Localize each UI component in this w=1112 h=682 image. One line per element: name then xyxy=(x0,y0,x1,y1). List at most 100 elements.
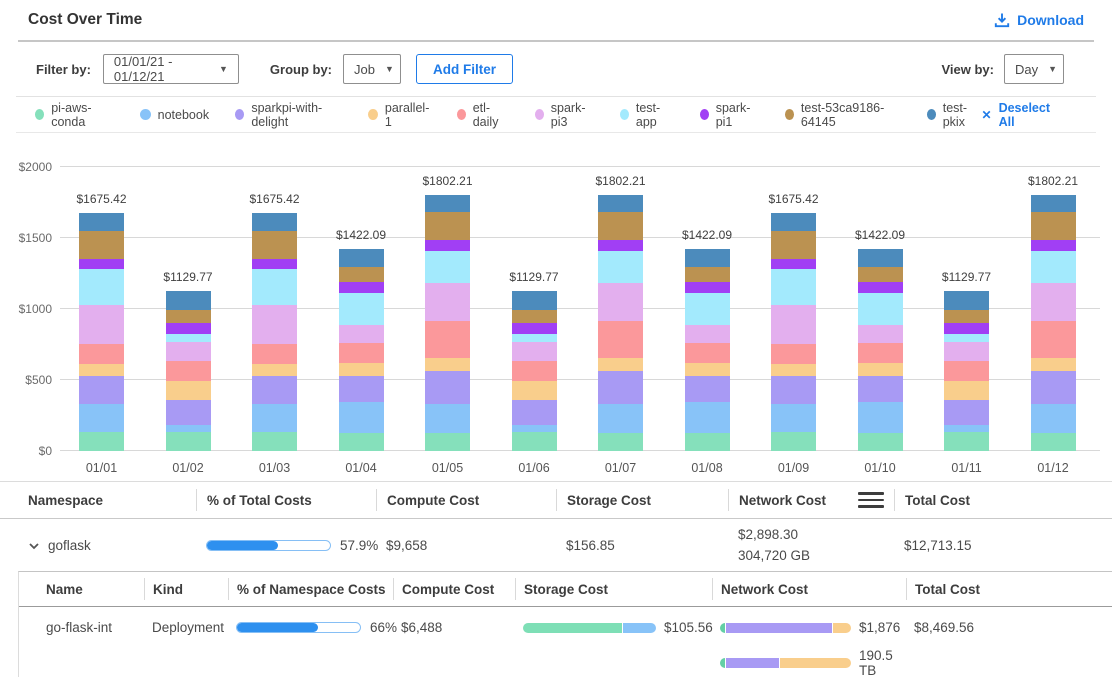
bar-segment-pi-aws-conda[interactable] xyxy=(598,433,643,451)
bar-segment-pi-aws-conda[interactable] xyxy=(79,432,124,451)
bar-segment-parallel-1[interactable] xyxy=(512,381,557,400)
bar-segment-test-app[interactable] xyxy=(252,269,297,305)
bar-segment-test-pkix[interactable] xyxy=(685,249,730,267)
bar-segment-parallel-1[interactable] xyxy=(771,364,816,376)
bar-segment-spark-pi1[interactable] xyxy=(685,282,730,293)
bar-segment-parallel-1[interactable] xyxy=(858,363,903,376)
legend-item-parallel-1[interactable]: parallel-1 xyxy=(368,101,430,129)
bar-segment-spark-pi1[interactable] xyxy=(771,259,816,269)
bar-segment-spark-pi3[interactable] xyxy=(858,325,903,343)
bar-segment-pi-aws-conda[interactable] xyxy=(512,432,557,451)
bar-segment-sparkpi-with-delight[interactable] xyxy=(858,376,903,402)
bar-segment-sparkpi-with-delight[interactable] xyxy=(339,376,384,402)
bar-segment-test-pkix[interactable] xyxy=(339,249,384,267)
bar-segment-spark-pi1[interactable] xyxy=(1031,240,1076,251)
legend-item-pi-aws-conda[interactable]: pi-aws-conda xyxy=(35,101,114,129)
bar-segment-spark-pi3[interactable] xyxy=(339,325,384,343)
column-menu-icon[interactable] xyxy=(858,492,884,508)
bar-segment-test-pkix[interactable] xyxy=(1031,195,1076,212)
bar-segment-test-53ca9186-64145[interactable] xyxy=(252,231,297,259)
bar-segment-pi-aws-conda[interactable] xyxy=(339,433,384,451)
bar-segment-test-pkix[interactable] xyxy=(858,249,903,267)
bar-segment-etl-daily[interactable] xyxy=(1031,321,1076,358)
legend-item-notebook[interactable]: notebook xyxy=(140,108,209,122)
bar-segment-notebook[interactable] xyxy=(79,404,124,432)
bar-segment-spark-pi3[interactable] xyxy=(685,325,730,343)
bar-segment-notebook[interactable] xyxy=(685,402,730,433)
bar-segment-sparkpi-with-delight[interactable] xyxy=(79,376,124,404)
bar-segment-test-app[interactable] xyxy=(858,293,903,325)
bar-segment-spark-pi3[interactable] xyxy=(771,305,816,344)
bar-segment-test-pkix[interactable] xyxy=(166,291,211,310)
bar-segment-notebook[interactable] xyxy=(425,404,470,433)
bar-segment-test-53ca9186-64145[interactable] xyxy=(1031,212,1076,240)
deselect-all-button[interactable]: ✕ Deselect All xyxy=(982,101,1061,129)
bar-segment-test-pkix[interactable] xyxy=(79,213,124,231)
bar-segment-parallel-1[interactable] xyxy=(944,381,989,400)
bar-segment-etl-daily[interactable] xyxy=(425,321,470,358)
bar-segment-spark-pi3[interactable] xyxy=(79,305,124,344)
bar-segment-spark-pi1[interactable] xyxy=(79,259,124,269)
bar-segment-sparkpi-with-delight[interactable] xyxy=(944,400,989,426)
bar-segment-spark-pi1[interactable] xyxy=(339,282,384,293)
bar-segment-test-app[interactable] xyxy=(425,251,470,283)
bar-segment-sparkpi-with-delight[interactable] xyxy=(425,371,470,404)
bar-segment-etl-daily[interactable] xyxy=(598,321,643,358)
bar-segment-parallel-1[interactable] xyxy=(339,363,384,376)
bar-segment-parallel-1[interactable] xyxy=(252,364,297,376)
bar-segment-pi-aws-conda[interactable] xyxy=(685,433,730,451)
bar-segment-spark-pi1[interactable] xyxy=(425,240,470,251)
bar-segment-sparkpi-with-delight[interactable] xyxy=(512,400,557,426)
bar-segment-test-53ca9186-64145[interactable] xyxy=(944,310,989,323)
bar-segment-pi-aws-conda[interactable] xyxy=(771,432,816,451)
add-filter-button[interactable]: Add Filter xyxy=(416,54,513,84)
bar-segment-test-53ca9186-64145[interactable] xyxy=(512,310,557,323)
legend-item-test-pkix[interactable]: test-pkix xyxy=(927,101,982,129)
legend-item-spark-pi1[interactable]: spark-pi1 xyxy=(700,101,759,129)
chevron-down-icon[interactable] xyxy=(28,540,39,551)
bar-segment-parallel-1[interactable] xyxy=(598,358,643,371)
bar-segment-test-pkix[interactable] xyxy=(944,291,989,310)
legend-item-test-app[interactable]: test-app xyxy=(620,101,674,129)
view-by-dropdown[interactable]: Day ▼ xyxy=(1004,54,1064,84)
bar-segment-notebook[interactable] xyxy=(1031,404,1076,433)
bar-segment-test-app[interactable] xyxy=(944,334,989,342)
bar-segment-parallel-1[interactable] xyxy=(685,363,730,376)
date-range-dropdown[interactable]: 01/01/21 - 01/12/21 ▼ xyxy=(103,54,239,84)
bar-segment-test-app[interactable] xyxy=(598,251,643,283)
bar-segment-parallel-1[interactable] xyxy=(425,358,470,371)
bar-segment-test-53ca9186-64145[interactable] xyxy=(685,267,730,281)
bar-segment-notebook[interactable] xyxy=(339,402,384,433)
bar-segment-etl-daily[interactable] xyxy=(79,344,124,363)
bar-segment-spark-pi3[interactable] xyxy=(1031,283,1076,321)
bar-segment-test-53ca9186-64145[interactable] xyxy=(858,267,903,281)
bar-segment-etl-daily[interactable] xyxy=(512,361,557,381)
bar-segment-test-app[interactable] xyxy=(79,269,124,305)
bar-segment-spark-pi1[interactable] xyxy=(166,323,211,334)
bar-segment-etl-daily[interactable] xyxy=(252,344,297,363)
bar-segment-etl-daily[interactable] xyxy=(339,343,384,363)
bar-segment-pi-aws-conda[interactable] xyxy=(425,433,470,451)
bar-segment-parallel-1[interactable] xyxy=(166,381,211,400)
bar-segment-test-pkix[interactable] xyxy=(598,195,643,212)
bar-segment-test-53ca9186-64145[interactable] xyxy=(425,212,470,240)
bar-segment-etl-daily[interactable] xyxy=(944,361,989,381)
bar-segment-sparkpi-with-delight[interactable] xyxy=(685,376,730,402)
bar-segment-test-app[interactable] xyxy=(339,293,384,325)
bar-segment-spark-pi3[interactable] xyxy=(252,305,297,344)
bar-segment-spark-pi3[interactable] xyxy=(944,342,989,361)
bar-segment-spark-pi3[interactable] xyxy=(512,342,557,361)
bar-segment-etl-daily[interactable] xyxy=(166,361,211,381)
bar-segment-test-pkix[interactable] xyxy=(425,195,470,212)
bar-segment-test-app[interactable] xyxy=(685,293,730,325)
bar-segment-spark-pi1[interactable] xyxy=(944,323,989,334)
bar-segment-sparkpi-with-delight[interactable] xyxy=(598,371,643,404)
bar-segment-notebook[interactable] xyxy=(858,402,903,433)
bar-segment-spark-pi1[interactable] xyxy=(512,323,557,334)
bar-segment-pi-aws-conda[interactable] xyxy=(858,433,903,451)
bar-segment-test-pkix[interactable] xyxy=(252,213,297,231)
bar-segment-test-app[interactable] xyxy=(512,334,557,342)
bar-segment-test-53ca9186-64145[interactable] xyxy=(598,212,643,240)
legend-item-spark-pi3[interactable]: spark-pi3 xyxy=(535,101,594,129)
download-button[interactable]: Download xyxy=(994,12,1084,28)
